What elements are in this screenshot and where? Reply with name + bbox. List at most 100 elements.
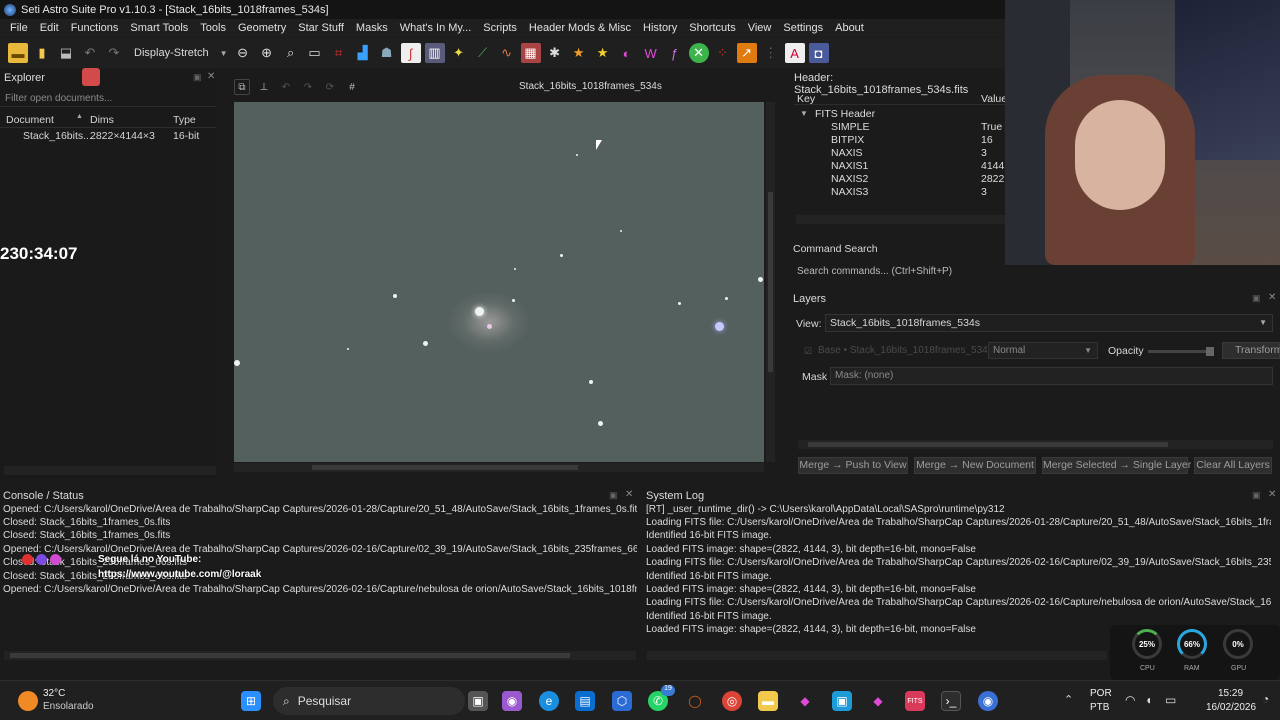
viewer-h-scrollbar[interactable] xyxy=(234,463,764,472)
close-icon[interactable]: ✕ xyxy=(625,489,633,500)
table-row[interactable]: Stack_16bits... 2822×4144×3 16-bit xyxy=(0,129,216,143)
refresh-icon[interactable]: ⟳ xyxy=(322,79,338,95)
menu-header-mods[interactable]: Header Mods & Misc xyxy=(523,22,637,34)
app-icon[interactable]: ⬡ xyxy=(612,691,632,711)
redo-icon[interactable]: ↷ xyxy=(300,79,316,95)
menu-settings[interactable]: Settings xyxy=(777,22,829,34)
viewer-v-scrollbar[interactable] xyxy=(766,102,775,462)
dots-icon[interactable]: ⁘ xyxy=(713,43,733,63)
windows-start-icon[interactable]: ⊞ xyxy=(241,691,261,711)
zoom-out-icon[interactable]: ⊖ xyxy=(233,43,253,63)
chevron-down-icon[interactable]: ▼ xyxy=(219,43,229,63)
script-b-icon[interactable]: ◘ xyxy=(808,43,829,63)
image-icon[interactable]: ▦ xyxy=(520,43,541,63)
copilot-icon[interactable]: ◉ xyxy=(502,691,522,711)
new-document-icon[interactable]: ▮ xyxy=(32,43,52,63)
star-yellow-icon[interactable]: ★ xyxy=(593,43,613,63)
log-scrollbar[interactable] xyxy=(647,651,1107,660)
seti-astro-icon[interactable]: ◉ xyxy=(978,691,998,711)
value-column-header[interactable]: Value xyxy=(981,93,1007,105)
weather-icon[interactable] xyxy=(18,691,38,711)
terminal-icon[interactable]: ›_ xyxy=(941,691,961,711)
wifi-icon[interactable]: ◠ xyxy=(1125,693,1135,707)
expand-arrow-icon[interactable]: ▼ xyxy=(800,109,808,118)
taskbar-search[interactable]: ⌕ Pesquisar xyxy=(273,687,465,715)
menu-history[interactable]: History xyxy=(637,22,683,34)
menu-scripts[interactable]: Scripts xyxy=(477,22,523,34)
opacity-slider[interactable] xyxy=(1148,347,1214,356)
column-header-type[interactable]: Type xyxy=(173,114,196,126)
clear-all-layers-button[interactable]: Clear All Layers xyxy=(1194,457,1272,474)
menu-view[interactable]: View xyxy=(742,22,778,34)
menu-geometry[interactable]: Geometry xyxy=(232,22,292,34)
fits-group-label[interactable]: FITS Header xyxy=(815,108,875,120)
column-header-document[interactable]: Document xyxy=(6,114,54,126)
redo-icon[interactable]: ↷ xyxy=(104,43,124,63)
zoom-in-icon[interactable]: ⊕ xyxy=(257,43,277,63)
curve-line-icon[interactable]: ∿ xyxy=(497,43,517,63)
notifications-icon[interactable]: ◔ xyxy=(1262,692,1269,706)
command-search-input[interactable]: Search commands... (Ctrl+Shift+P) xyxy=(793,263,1005,281)
more-icon[interactable]: ⋮ xyxy=(761,43,781,63)
menu-shortcuts[interactable]: Shortcuts xyxy=(683,22,741,34)
merge-selected-button[interactable]: Merge Selected → Single Layer xyxy=(1042,457,1191,474)
crop-icon[interactable]: ⌗ xyxy=(329,43,349,63)
float-icon[interactable]: ▣ xyxy=(609,490,618,501)
grid-icon[interactable]: # xyxy=(344,79,360,95)
float-icon[interactable]: ▣ xyxy=(1252,293,1261,304)
wb-icon[interactable]: W xyxy=(641,43,661,63)
clock-time[interactable]: 15:29 xyxy=(1218,688,1243,699)
fits-scrollbar[interactable] xyxy=(796,215,1005,224)
chevron-up-icon[interactable]: ⌃ xyxy=(1064,693,1073,706)
script-a-icon[interactable]: A xyxy=(784,43,805,63)
chrome-icon[interactable]: ◎ xyxy=(722,691,742,711)
image-canvas[interactable] xyxy=(234,102,764,462)
star-detect-icon[interactable]: ✦ xyxy=(449,43,469,63)
menu-edit[interactable]: Edit xyxy=(34,22,65,34)
explorer-filter-input[interactable]: Filter open documents... xyxy=(0,90,216,107)
store-icon[interactable]: ▤ xyxy=(575,691,595,711)
chart-icon[interactable]: ↗ xyxy=(736,43,757,63)
console-scrollbar[interactable] xyxy=(4,651,636,660)
task-view-icon[interactable]: ▣ xyxy=(468,691,488,711)
layers-scrollbar[interactable] xyxy=(798,440,1273,449)
float-icon[interactable]: ▣ xyxy=(193,72,202,83)
clock-date[interactable]: 16/02/2026 xyxy=(1206,702,1256,713)
float-icon[interactable]: ▣ xyxy=(1252,490,1261,501)
key-column-header[interactable]: Key xyxy=(797,93,815,105)
merge-push-button[interactable]: Merge → Push to View xyxy=(798,457,908,474)
close-icon[interactable]: ✕ xyxy=(207,71,215,82)
obsidian-icon[interactable]: ◆ xyxy=(795,691,815,711)
view-select[interactable]: Stack_16bits_1018frames_534s ▼ xyxy=(825,314,1273,332)
battery-icon[interactable]: ▭ xyxy=(1165,693,1176,707)
display-stretch-dropdown[interactable]: Display-Stretch xyxy=(128,47,215,59)
close-icon[interactable]: ✕ xyxy=(1268,489,1276,500)
layer-checkbox-icon[interactable]: ☑ xyxy=(804,346,812,357)
zoom-fit-icon[interactable]: ⌕ xyxy=(281,43,301,63)
undo-icon[interactable]: ↶ xyxy=(278,79,294,95)
language-code[interactable]: POR xyxy=(1090,688,1112,699)
fits-liberator-icon[interactable]: FITS xyxy=(905,691,925,711)
menu-smart-tools[interactable]: Smart Tools xyxy=(124,22,194,34)
app-2-icon[interactable]: ◆ xyxy=(868,691,888,711)
menu-whats-in-my[interactable]: What's In My... xyxy=(394,22,478,34)
copy-icon[interactable]: ⧉ xyxy=(234,79,250,95)
curves-icon[interactable]: ∫ xyxy=(400,43,421,63)
mask-select[interactable]: Mask: (none) xyxy=(830,367,1273,385)
graph-icon[interactable]: ⟋ xyxy=(473,43,493,63)
menu-tools[interactable]: Tools xyxy=(194,22,232,34)
keyboard-layout[interactable]: PTB xyxy=(1090,702,1109,713)
fit-window-icon[interactable]: ▭ xyxy=(305,43,325,63)
office-icon[interactable]: ◯ xyxy=(685,691,705,711)
remove-stars-icon[interactable]: ✱ xyxy=(545,43,565,63)
close-icon[interactable]: ✕ xyxy=(1268,292,1276,303)
save-icon[interactable]: ⬓ xyxy=(56,43,76,63)
capcut-icon[interactable]: ▣ xyxy=(832,691,852,711)
histogram-icon[interactable]: ▟ xyxy=(353,43,373,63)
menu-star-stuff[interactable]: Star Stuff xyxy=(292,22,350,34)
star-orange-icon[interactable]: ★ xyxy=(569,43,589,63)
column-header-dims[interactable]: Dims xyxy=(90,114,114,126)
file-explorer-icon[interactable]: ▬ xyxy=(758,691,778,711)
levels-icon[interactable]: ▥ xyxy=(424,43,445,63)
fx-icon[interactable]: ƒ xyxy=(665,43,685,63)
